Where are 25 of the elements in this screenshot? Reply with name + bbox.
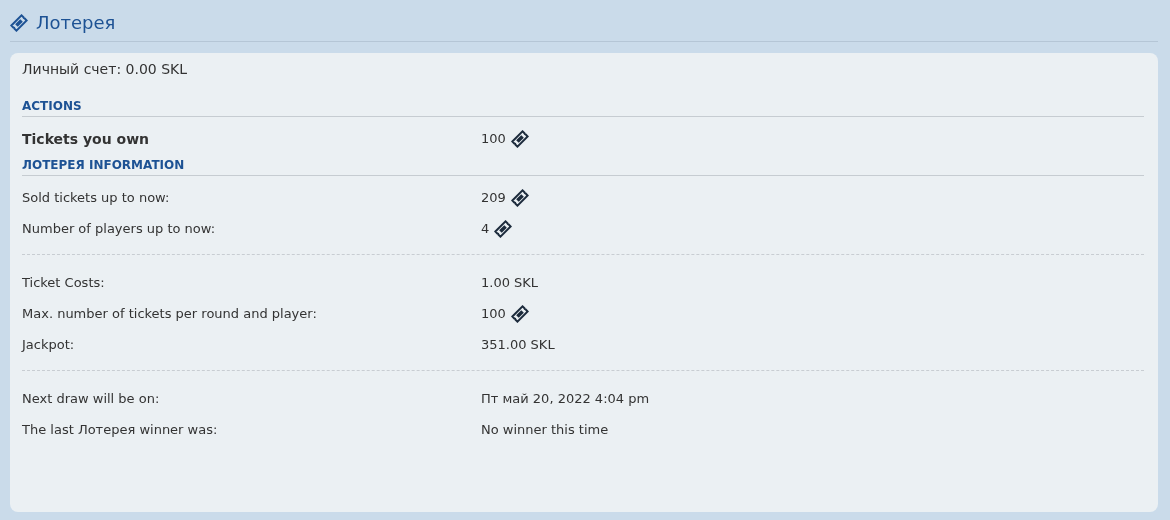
ticket-icon: [510, 129, 529, 148]
row-value: No winner this time: [481, 422, 609, 437]
row-value: 100: [481, 306, 506, 321]
ticket-icon: [510, 188, 529, 207]
row-value: Пт май 20, 2022 4:04 pm: [481, 391, 650, 406]
row-value: 1.00 SKL: [481, 275, 539, 290]
row-value: 4: [481, 221, 490, 236]
row-value: 209: [481, 190, 506, 205]
section-heading: ЛОТЕРЕЯ INFORMATION: [22, 158, 1144, 176]
ticket-icon: [10, 13, 28, 32]
row-value: 100: [481, 131, 506, 146]
page-title: Лотерея: [36, 12, 116, 33]
ticket-icon: [510, 304, 529, 323]
row-label: Tickets you own: [22, 130, 151, 147]
row-label: Max. number of tickets per round and player:: [22, 306, 318, 321]
row-label: Ticket Costs:: [22, 275, 106, 290]
section-heading: ACTIONS: [22, 99, 1144, 117]
row-label: Jackpot:: [22, 337, 76, 352]
account-balance: Личный счет: 0.00 SKL: [22, 61, 189, 77]
row-label: Number of players up to now:: [22, 221, 217, 236]
row-label: The last Лотерея winner was:: [22, 422, 219, 437]
row-value: 351.00 SKL: [481, 337, 555, 352]
ticket-icon: [494, 219, 513, 238]
row-label: Sold tickets up to now:: [22, 190, 171, 205]
row-label: Next draw will be on:: [22, 391, 161, 406]
